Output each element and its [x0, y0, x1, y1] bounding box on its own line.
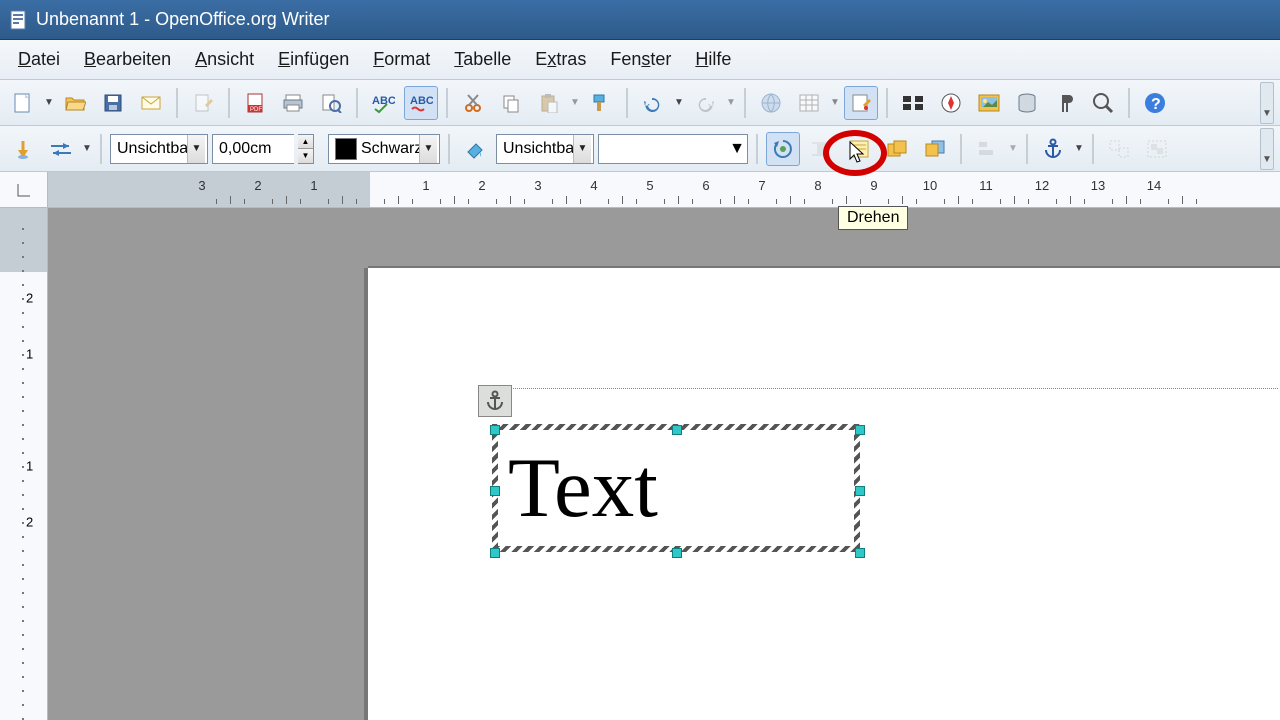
zoom-button[interactable] [1086, 86, 1120, 120]
redo-button[interactable] [688, 86, 722, 120]
title-bar: Unbenannt 1 - OpenOffice.org Writer [0, 0, 1280, 40]
app-icon [8, 10, 28, 30]
undo-dropdown[interactable]: ▼ [674, 97, 684, 108]
redo-dropdown[interactable]: ▼ [726, 97, 736, 108]
menu-help[interactable]: Hilfe [685, 43, 741, 76]
line-endings-button[interactable] [6, 132, 40, 166]
line-width-value: 0,00cm [219, 140, 292, 158]
nonprinting-button[interactable] [1048, 86, 1082, 120]
menu-edit[interactable]: Bearbeiten [74, 43, 181, 76]
cut-button[interactable] [456, 86, 490, 120]
edit-doc-button[interactable] [186, 86, 220, 120]
table-dropdown[interactable]: ▼ [830, 97, 840, 108]
resize-handle[interactable] [855, 486, 865, 496]
show-draw-button[interactable] [844, 86, 878, 120]
paste-button[interactable] [532, 86, 566, 120]
area-style-value: Unsichtba [503, 140, 573, 158]
area-button[interactable] [458, 132, 492, 166]
area-fill-combo[interactable]: ▼ [598, 134, 748, 164]
copy-button[interactable] [494, 86, 528, 120]
export-pdf-button[interactable]: PDF [238, 86, 272, 120]
ungroup-button[interactable] [1102, 132, 1136, 166]
color-swatch [335, 138, 357, 160]
menu-table[interactable]: Tabelle [444, 43, 521, 76]
help-button[interactable]: ? [1138, 86, 1172, 120]
group-button[interactable] [1140, 132, 1174, 166]
window-title: Unbenannt 1 - OpenOffice.org Writer [36, 9, 329, 30]
tooltip: Drehen [838, 206, 908, 230]
chevron-down-icon[interactable]: ▼ [419, 135, 437, 163]
area-style-combo[interactable]: Unsichtba ▼ [496, 134, 594, 164]
email-button[interactable] [134, 86, 168, 120]
anchor-button[interactable] [1036, 132, 1070, 166]
align-button[interactable] [970, 132, 1004, 166]
rotate-button[interactable] [766, 132, 800, 166]
svg-text:ABC: ABC [410, 95, 433, 107]
line-width-field[interactable]: 0,00cm [212, 134, 294, 164]
chevron-down-icon[interactable]: ▼ [187, 135, 205, 163]
horizontal-ruler[interactable]: 3211234567891011121314 [48, 172, 1280, 208]
wrap2-button[interactable] [842, 132, 876, 166]
new-button[interactable] [6, 86, 40, 120]
arrow-style-dropdown[interactable]: ▼ [82, 143, 92, 154]
resize-handle[interactable] [490, 425, 500, 435]
frame-text: Text [508, 439, 658, 537]
resize-handle[interactable] [490, 548, 500, 558]
line-style-combo[interactable]: Unsichtba ▼ [110, 134, 208, 164]
tooltip-text: Drehen [847, 209, 899, 226]
text-frame[interactable]: Text [492, 424, 860, 552]
text-boundary [478, 388, 1278, 389]
vertical-ruler[interactable]: 2112 [0, 208, 48, 720]
resize-handle[interactable] [672, 425, 682, 435]
toolbar-overflow[interactable]: ▼ [1260, 82, 1274, 124]
anchor-dropdown[interactable]: ▼ [1074, 143, 1084, 154]
hyperlink-button[interactable] [754, 86, 788, 120]
spellcheck-button[interactable]: ABC [366, 86, 400, 120]
svg-text:?: ? [1151, 96, 1161, 113]
svg-text:ABC: ABC [372, 95, 395, 107]
resize-handle[interactable] [855, 425, 865, 435]
svg-text:PDF: PDF [250, 107, 262, 113]
find-button[interactable] [896, 86, 930, 120]
line-style-value: Unsichtba [117, 140, 187, 158]
menu-file[interactable]: Dateidocument.currentScript.previousElem… [8, 43, 70, 76]
wrap-button[interactable] [804, 132, 838, 166]
menu-insert[interactable]: Einfügen [268, 43, 359, 76]
chevron-down-icon[interactable]: ▼ [573, 135, 591, 163]
to-front-button[interactable] [880, 132, 914, 166]
open-button[interactable] [58, 86, 92, 120]
autospell-button[interactable]: ABC [404, 86, 438, 120]
new-dropdown[interactable]: ▼ [44, 97, 54, 108]
print-preview-button[interactable] [314, 86, 348, 120]
chevron-down-icon[interactable]: ▼ [729, 140, 745, 158]
menu-view[interactable]: Ansicht [185, 43, 264, 76]
to-back-button[interactable] [918, 132, 952, 166]
gallery-button[interactable] [972, 86, 1006, 120]
object-toolbar: ▼ Unsichtba ▼ 0,00cm ▲▼ Schwarz ▼ Unsich… [0, 126, 1280, 172]
standard-toolbar: ▼ PDF ABC ABC ▼ ▼ ▼ ▼ ? ▼ [0, 80, 1280, 126]
ruler-corner[interactable] [0, 172, 48, 208]
menu-bar: Dateidocument.currentScript.previousElem… [0, 40, 1280, 80]
menu-tools[interactable]: Extras [525, 43, 596, 76]
align-dropdown[interactable]: ▼ [1008, 143, 1018, 154]
navigator-button[interactable] [934, 86, 968, 120]
paste-dropdown[interactable]: ▼ [570, 97, 580, 108]
menu-window[interactable]: Fenster [600, 43, 681, 76]
arrow-style-button[interactable] [44, 132, 78, 166]
table-button[interactable] [792, 86, 826, 120]
resize-handle[interactable] [490, 486, 500, 496]
undo-button[interactable] [636, 86, 670, 120]
line-width-spinner[interactable]: ▲▼ [298, 134, 314, 164]
format-paintbrush-button[interactable] [584, 86, 618, 120]
save-button[interactable] [96, 86, 130, 120]
anchor-icon [478, 385, 512, 417]
line-color-value: Schwarz [361, 140, 419, 158]
datasources-button[interactable] [1010, 86, 1044, 120]
resize-handle[interactable] [672, 548, 682, 558]
menu-format[interactable]: Format [363, 43, 440, 76]
line-color-combo[interactable]: Schwarz ▼ [328, 134, 440, 164]
print-button[interactable] [276, 86, 310, 120]
toolbar-overflow[interactable]: ▼ [1260, 128, 1274, 170]
resize-handle[interactable] [855, 548, 865, 558]
